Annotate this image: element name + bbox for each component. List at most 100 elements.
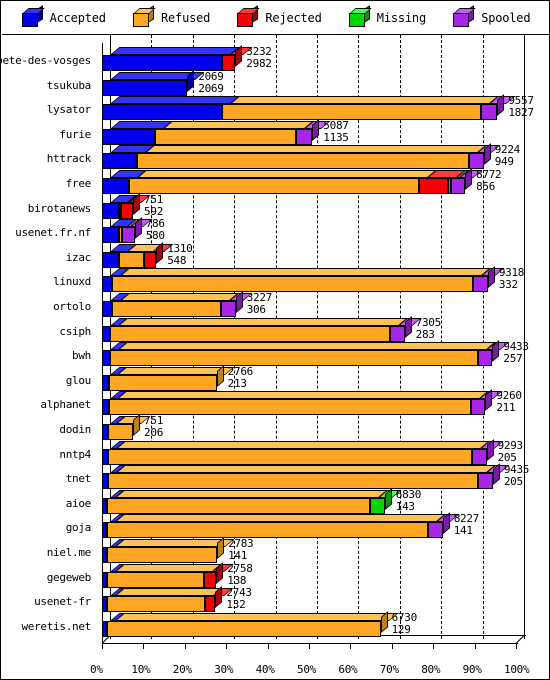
bar-side-face	[485, 389, 493, 412]
bar-value-total: 6730	[391, 610, 418, 624]
bar-row: 9318 332	[96, 266, 549, 293]
bar-row: 3232 2982	[96, 45, 549, 71]
bar-row: 2766 213	[96, 364, 549, 391]
y-axis-label-nntp4: nntp4	[59, 447, 91, 461]
y-axis-label-goja: goja	[65, 521, 92, 535]
legend-label: Rejected	[265, 11, 322, 25]
legend-item-missing: Missing	[348, 5, 426, 27]
x-tick-30pct	[226, 644, 228, 650]
legend-label: Accepted	[49, 11, 106, 25]
bar-row: 6830 143	[96, 487, 549, 514]
bar-segment-accepted	[102, 325, 111, 342]
x-tick-100pct	[516, 644, 517, 650]
x-tick-20pct	[184, 644, 186, 650]
bar-value-total: 786	[145, 217, 165, 231]
legend-item-rejected: Rejected	[237, 5, 322, 27]
y-axis-label-alphanet: alphanet	[40, 398, 91, 412]
bar-top-face-refused	[116, 465, 496, 474]
x-tick-label-2: 20%	[172, 663, 192, 676]
y-axis-label-free: free	[65, 177, 92, 190]
bar-segment-spooled	[472, 448, 487, 465]
x-tick-90pct	[474, 644, 476, 650]
bar-row: 6730 129	[96, 610, 549, 637]
bar-top-face-refused	[119, 293, 239, 301]
x-tick-70pct	[391, 644, 393, 650]
bar-value-total: 2743	[226, 586, 252, 600]
bar-segment-spooled	[390, 325, 405, 342]
y-axis-label-usenet-fr: usenet-fr	[34, 595, 91, 609]
axis-depth-connector-1	[515, 635, 525, 645]
x-tick-label-10: 100%	[504, 663, 530, 676]
legend-swatch-rejected-icon	[237, 5, 261, 27]
bar-segment-accepted	[102, 79, 188, 96]
x-tick-label-3: 30%	[214, 663, 234, 676]
y-axis-label-gegeweb: gegeweb	[46, 570, 92, 584]
legend-swatch-refused-icon	[133, 5, 156, 27]
bar-top-face-refused	[114, 489, 388, 498]
bar-row: 7305 283	[96, 315, 549, 342]
bar-segment-refused	[111, 276, 474, 293]
bar-side-face	[215, 586, 223, 609]
bar-top-face-refused	[114, 563, 222, 572]
bar-value-total: 5087	[323, 118, 349, 132]
bar-value-total: 9433	[503, 340, 529, 354]
y-axis-label-usenet-fr-nf: usenet.fr.nf	[15, 226, 91, 240]
bar-segment-rejected	[144, 251, 157, 268]
bar-value-total: 8227	[453, 512, 480, 526]
bar-value-total: 8772	[476, 168, 502, 181]
bar-row: 751 206	[96, 414, 549, 440]
x-tick-40pct	[267, 644, 269, 650]
x-tick-80pct	[433, 644, 435, 650]
bar-value-secondary: 2069	[198, 81, 224, 95]
bar-value-total: 9293	[497, 438, 524, 452]
x-tick-label-6: 60%	[338, 663, 358, 676]
bar-segment-refused	[106, 620, 381, 637]
legend-item-spooled: Spooled	[453, 5, 531, 27]
bar-row: 9293 205	[96, 438, 549, 465]
bar-segment-refused	[111, 301, 222, 317]
axis-area: 3232 2982 2069 2069 9557 1827 5087 1135 9224 949 8…	[96, 35, 549, 679]
x-tick-label-5: 50%	[297, 663, 316, 676]
bar-value-total: 3227	[246, 291, 273, 304]
legend-swatch-accepted-icon	[21, 5, 45, 27]
bar-side-face	[442, 512, 450, 535]
bar-side-face	[312, 118, 320, 141]
bar-row: 8772 856	[96, 168, 549, 194]
bar-segment-refused	[109, 399, 471, 416]
bar-top-face-refused	[145, 145, 487, 154]
bar-top-face-refused	[118, 317, 408, 326]
y-axis-label-linuxd: linuxd	[53, 275, 91, 289]
x-axis-line	[102, 643, 518, 645]
bar-row: 9435 205	[96, 463, 549, 490]
bar-segment-accepted	[102, 301, 112, 317]
bar-segment-refused	[110, 350, 478, 367]
bar-row: 751 592	[96, 192, 549, 219]
bar-top-face-accepted	[110, 47, 240, 55]
bar-segment-spooled	[221, 301, 236, 317]
bar-top-face-refused	[114, 612, 399, 621]
x-tick-label-9: 90%	[462, 663, 482, 676]
y-axis-label-birotanews: birotanews	[27, 201, 92, 215]
bar-value-secondary: 257	[503, 352, 523, 366]
x-tick-10pct	[143, 644, 145, 650]
bar-value-total: 2758	[227, 561, 253, 575]
bar-segment-accepted	[102, 104, 223, 121]
x-tick-60pct	[350, 644, 352, 650]
bar-side-face	[156, 241, 164, 264]
legend-swatch-spooled-icon	[453, 5, 476, 27]
bar-value-secondary: 205	[497, 450, 517, 464]
bar-segment-refused	[222, 104, 481, 121]
bar-segment-accepted	[102, 55, 223, 71]
bar-segment-refused	[108, 448, 473, 465]
bar-value-secondary: 141	[228, 549, 248, 562]
x-tick-label-1: 10%	[131, 663, 151, 676]
y-axis-label-tnet: tnet	[65, 472, 92, 486]
bar-segment-accepted	[102, 178, 129, 194]
chart-page: Accepted Refused Rejected Missing Spooled be…	[0, 0, 550, 680]
bar-value-total: 9557	[508, 94, 534, 108]
bar-row: 1310 548	[96, 241, 549, 268]
bar-row: 5087 1135	[96, 118, 549, 145]
bar-value-total: 1310	[167, 241, 193, 255]
bar-segment-accepted	[102, 374, 110, 391]
legend-swatch-missing-icon	[348, 5, 372, 27]
